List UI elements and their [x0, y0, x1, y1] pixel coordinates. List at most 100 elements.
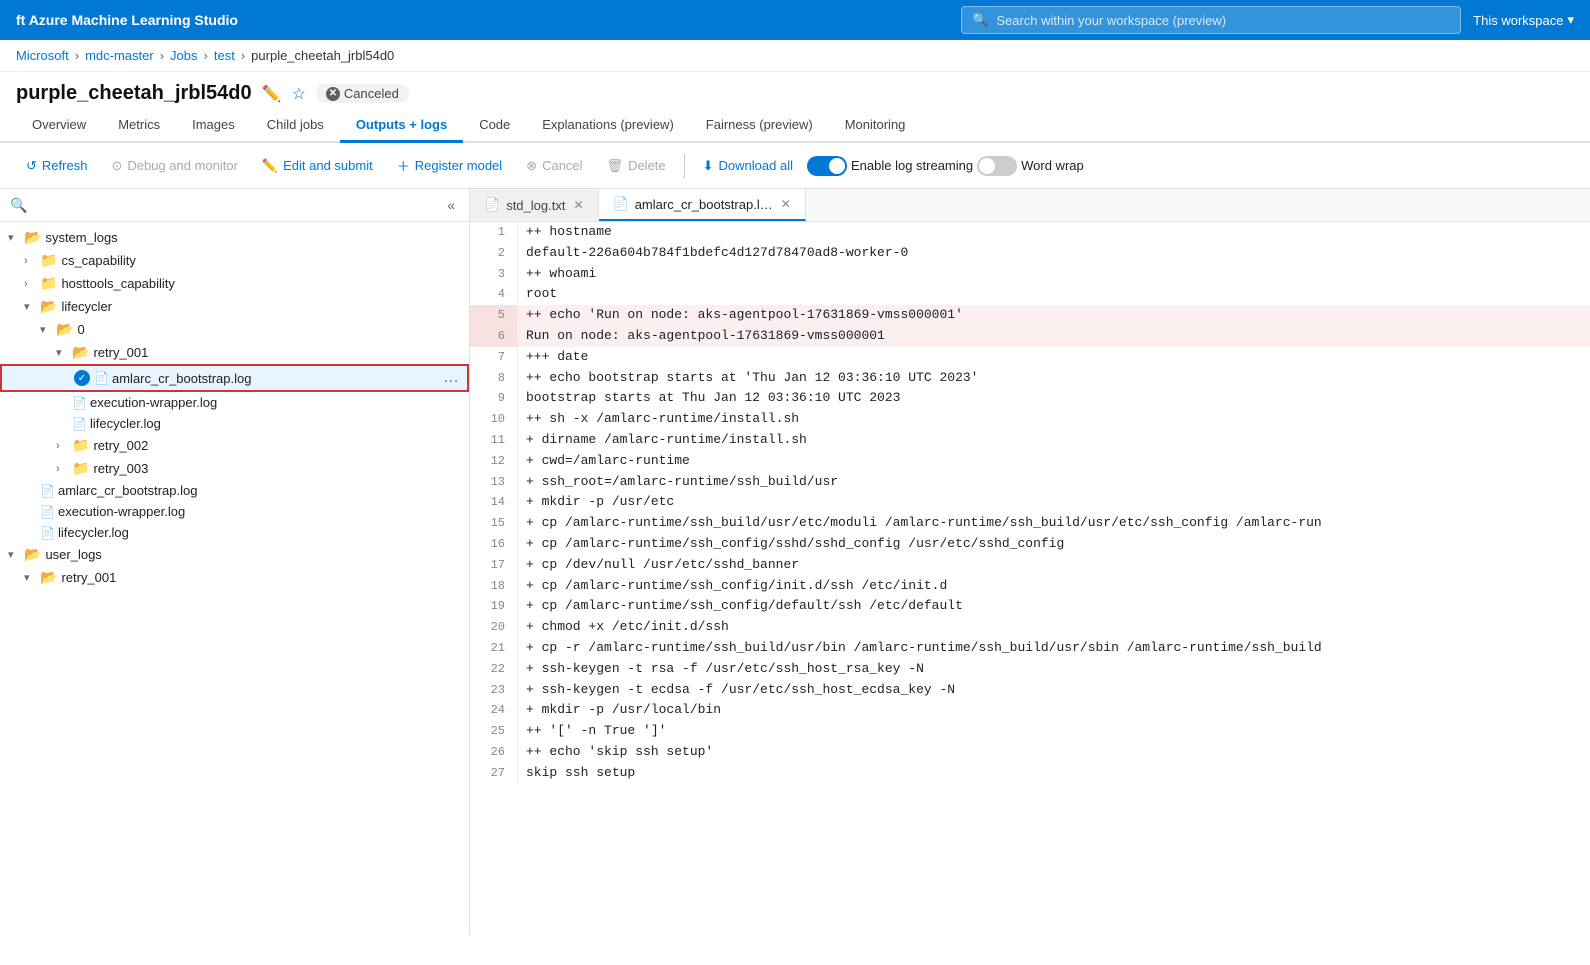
tab-images[interactable]: Images	[176, 109, 251, 143]
folder-icon: 📁	[40, 252, 57, 269]
tree-item-label: cs_capability	[61, 253, 135, 268]
download-all-button[interactable]: ⬇ Download all	[693, 153, 803, 179]
file-icon: 📄	[72, 417, 86, 431]
tree-item-label: lifecycler.log	[90, 416, 161, 431]
tree-folder-user-logs[interactable]: ▾ 📂 user_logs	[0, 543, 469, 566]
breadcrumb-jobs[interactable]: Jobs	[170, 48, 197, 63]
breadcrumb: Microsoft › mdc-master › Jobs › test › p…	[0, 40, 1590, 72]
code-line: 10 ++ sh -x /amlarc-runtime/install.sh	[470, 409, 1590, 430]
code-line: 21 + cp -r /amlarc-runtime/ssh_build/usr…	[470, 638, 1590, 659]
folder-open-icon: 📂	[72, 344, 89, 361]
search-input[interactable]	[996, 13, 1450, 28]
code-line: 9 bootstrap starts at Thu Jan 12 03:36:1…	[470, 388, 1590, 409]
file-icon: 📄	[40, 505, 54, 519]
check-icon: ✓	[74, 370, 90, 386]
app-logo: ft Azure Machine Learning Studio	[16, 12, 238, 28]
chevron-down-icon: ▾	[1567, 12, 1574, 28]
chevron-icon: ›	[24, 278, 36, 290]
tree-folder-system-logs[interactable]: ▾ 📂 system_logs	[0, 226, 469, 249]
tree-folder-0[interactable]: ▾ 📂 0	[0, 318, 469, 341]
tree-folder-hosttools-capability[interactable]: › 📁 hosttools_capability	[0, 272, 469, 295]
delete-button[interactable]: 🗑 Delete	[597, 153, 676, 179]
code-line: 11 + dirname /amlarc-runtime/install.sh	[470, 430, 1590, 451]
more-options-icon[interactable]: …	[443, 369, 459, 387]
tree-item-label: amlarc_cr_bootstrap.log	[112, 371, 251, 386]
tree-folder-retry-001[interactable]: ▾ 📂 retry_001	[0, 341, 469, 364]
topbar: ft Azure Machine Learning Studio 🔍 This …	[0, 0, 1590, 40]
folder-open-icon: 📂	[24, 229, 41, 246]
log-streaming-toggle[interactable]	[807, 156, 847, 176]
edit-submit-button[interactable]: ✏️ Edit and submit	[252, 153, 383, 179]
tab-fairness[interactable]: Fairness (preview)	[690, 109, 829, 143]
chevron-icon: ›	[24, 255, 36, 267]
delete-icon: 🗑	[607, 158, 624, 174]
main-tabs: Overview Metrics Images Child jobs Outpu…	[0, 109, 1590, 143]
breadcrumb-microsoft[interactable]: Microsoft	[16, 48, 69, 63]
tab-metrics[interactable]: Metrics	[102, 109, 176, 143]
chevron-icon: ▾	[24, 571, 36, 584]
code-line: 14 + mkdir -p /usr/etc	[470, 492, 1590, 513]
tree-file-lifecycler-log-inner[interactable]: 📄 lifecycler.log	[0, 413, 469, 434]
register-model-button[interactable]: ＋ Register model	[387, 151, 512, 180]
code-content[interactable]: 1 ++ hostname 2 default-226a604b784f1bde…	[470, 222, 1590, 935]
code-line: 1 ++ hostname	[470, 222, 1590, 243]
tree-item-label: amlarc_cr_bootstrap.log	[58, 483, 197, 498]
code-line: 3 ++ whoami	[470, 264, 1590, 285]
tab-outputs-logs[interactable]: Outputs + logs	[340, 109, 463, 143]
code-line: 8 ++ echo bootstrap starts at 'Thu Jan 1…	[470, 368, 1590, 389]
workspace-selector[interactable]: This workspace ▾	[1473, 12, 1574, 28]
tree-file-execution-wrapper-log[interactable]: 📄 execution-wrapper.log	[0, 392, 469, 413]
tree-folder-lifecycler[interactable]: ▾ 📂 lifecycler	[0, 295, 469, 318]
code-line: 17 + cp /dev/null /usr/etc/sshd_banner	[470, 555, 1590, 576]
search-icon: 🔍	[972, 12, 988, 28]
chevron-icon: ▾	[56, 346, 68, 359]
close-tab-icon[interactable]: ✕	[573, 198, 583, 212]
file-icon: 📄	[40, 484, 54, 498]
tree-file-execution-wrapper-log2[interactable]: 📄 execution-wrapper.log	[0, 501, 469, 522]
breadcrumb-test[interactable]: test	[214, 48, 235, 63]
tree-item-label: lifecycler.log	[58, 525, 129, 540]
tree-item-label: user_logs	[45, 547, 101, 562]
tree-file-amlarc-cr-bootstrap-log2[interactable]: 📄 amlarc_cr_bootstrap.log	[0, 480, 469, 501]
tree-item-label: execution-wrapper.log	[90, 395, 217, 410]
code-tabs: 📄 std_log.txt ✕ 📄 amlarc_cr_bootstrap.l……	[470, 189, 1590, 222]
breadcrumb-mdc-master[interactable]: mdc-master	[85, 48, 154, 63]
tree-folder-cs-capability[interactable]: › 📁 cs_capability	[0, 249, 469, 272]
file-tab-icon: 📄	[613, 196, 629, 212]
file-search-bar: 🔍 «	[0, 189, 469, 222]
edit-title-icon[interactable]: ✏️	[262, 84, 282, 104]
code-tab-std-log[interactable]: 📄 std_log.txt ✕	[470, 190, 599, 220]
tab-overview[interactable]: Overview	[16, 109, 102, 143]
debug-monitor-button[interactable]: ⊙ Debug and monitor	[101, 153, 247, 179]
chevron-icon: ▾	[8, 548, 20, 561]
tree-file-lifecycler-log2[interactable]: 📄 lifecycler.log	[0, 522, 469, 543]
tree-folder-retry-002[interactable]: › 📁 retry_002	[0, 434, 469, 457]
debug-icon: ⊙	[111, 158, 122, 174]
cancel-icon: ⊗	[526, 158, 537, 174]
code-line: 22 + ssh-keygen -t rsa -f /usr/etc/ssh_h…	[470, 659, 1590, 680]
refresh-button[interactable]: ↺ Refresh	[16, 153, 97, 179]
close-tab-icon[interactable]: ✕	[781, 197, 791, 211]
favorite-icon[interactable]: ☆	[292, 84, 306, 104]
tree-item-label: 0	[77, 322, 84, 337]
folder-icon: 📁	[72, 437, 89, 454]
folder-open-icon: 📂	[24, 546, 41, 563]
word-wrap-toggle[interactable]	[977, 156, 1017, 176]
tree-folder-retry-001-outer[interactable]: ▾ 📂 retry_001	[0, 566, 469, 589]
collapse-panel-button[interactable]: «	[443, 195, 459, 215]
tab-explanations[interactable]: Explanations (preview)	[526, 109, 690, 143]
code-line: 16 + cp /amlarc-runtime/ssh_config/sshd/…	[470, 534, 1590, 555]
tree-item-label: execution-wrapper.log	[58, 504, 185, 519]
code-tab-amlarc[interactable]: 📄 amlarc_cr_bootstrap.l… ✕	[599, 189, 806, 221]
toolbar: ↺ Refresh ⊙ Debug and monitor ✏️ Edit an…	[0, 143, 1590, 189]
code-tab-label: amlarc_cr_bootstrap.l…	[635, 197, 773, 212]
cancel-button[interactable]: ⊗ Cancel	[516, 153, 592, 179]
tree-file-amlarc-cr-bootstrap-log[interactable]: ✓ 📄 amlarc_cr_bootstrap.log …	[0, 364, 469, 392]
tree-folder-retry-003[interactable]: › 📁 retry_003	[0, 457, 469, 480]
tab-monitoring[interactable]: Monitoring	[829, 109, 922, 143]
tab-child-jobs[interactable]: Child jobs	[251, 109, 340, 143]
plus-icon: ＋	[397, 156, 410, 175]
search-box[interactable]: 🔍	[961, 6, 1461, 34]
tab-code[interactable]: Code	[463, 109, 526, 143]
edit-icon: ✏️	[262, 158, 278, 174]
